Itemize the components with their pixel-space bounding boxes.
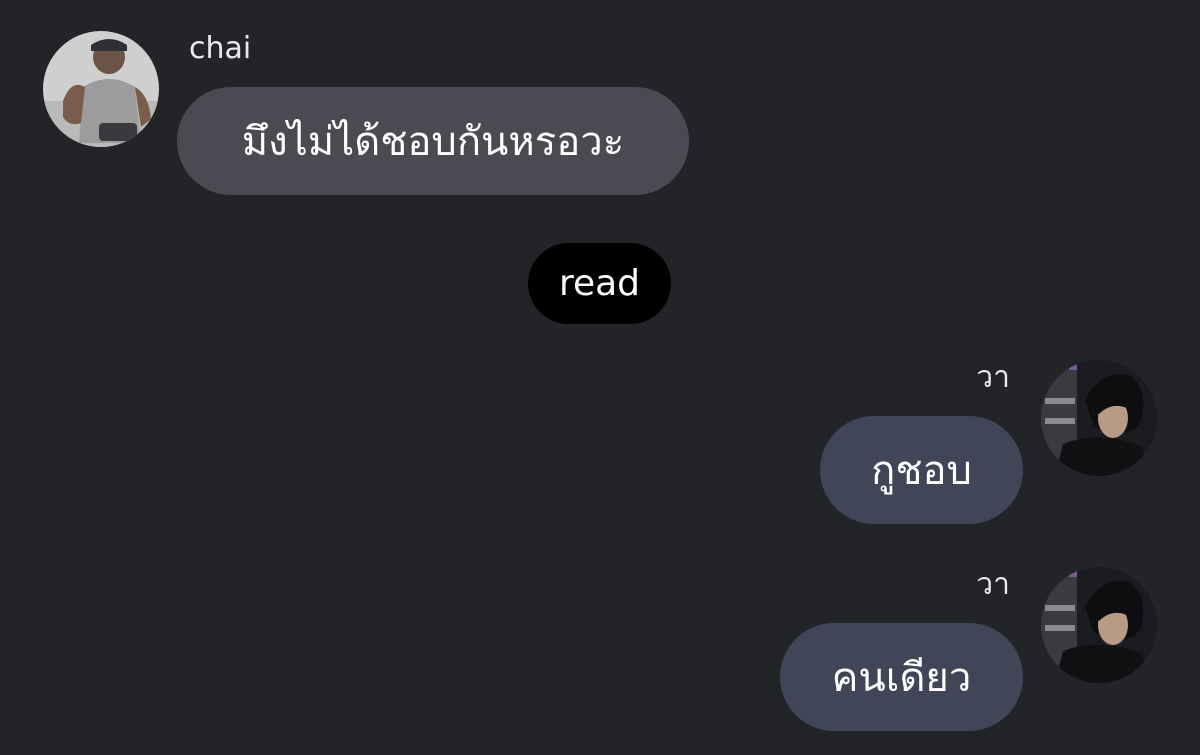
avatar-wa[interactable] [1041,360,1157,476]
avatar-photo-wa [1041,567,1157,683]
message-bubble[interactable]: กูชอบ [820,416,1023,524]
avatar-photo-chai [43,31,159,147]
sender-name: วา [976,360,1010,395]
chat-thread: chai มึงไม่ได้ชอบกันหรอวะ read วา กูชอบ … [0,0,1200,755]
sender-name: chai [189,31,252,66]
message-bubble[interactable]: คนเดียว [780,623,1023,731]
avatar-photo-wa [1041,360,1157,476]
sender-name: วา [976,567,1010,602]
read-status-badge: read [528,243,671,324]
avatar-wa[interactable] [1041,567,1157,683]
message-bubble[interactable]: มึงไม่ได้ชอบกันหรอวะ [177,87,689,195]
avatar-chai[interactable] [43,31,159,147]
